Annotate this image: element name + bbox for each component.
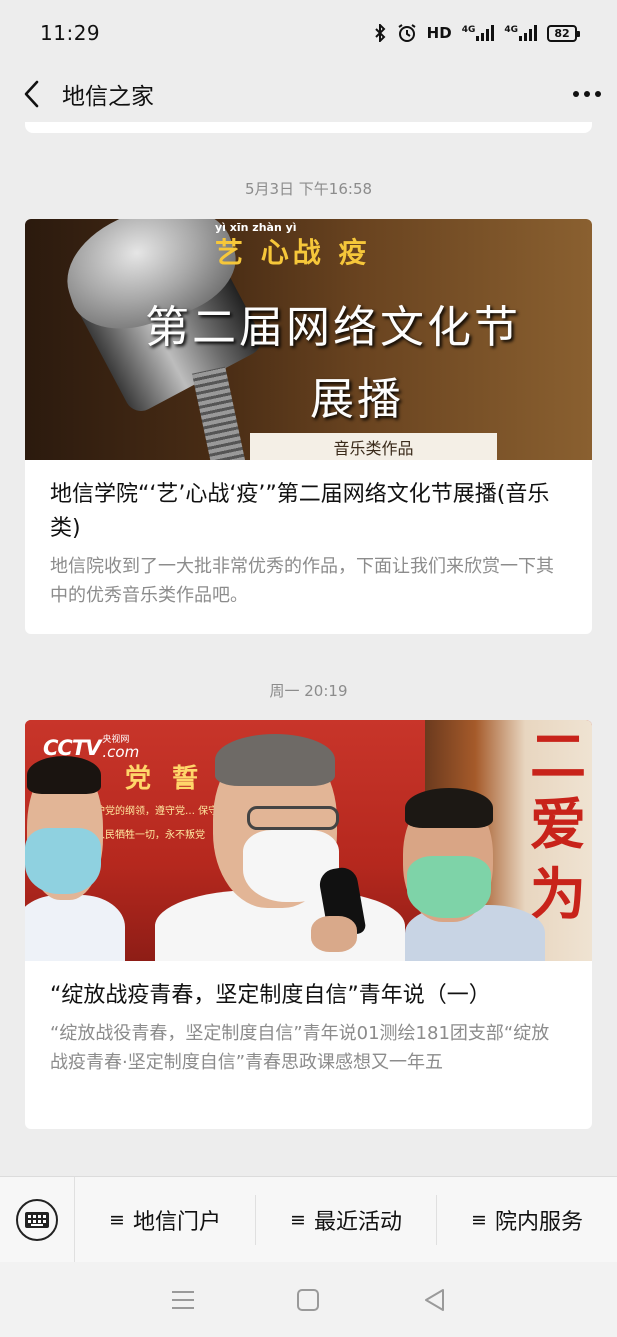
triangle-back-icon — [425, 1288, 445, 1311]
message-feed[interactable]: 5月3日 下午16:58 yì xīn zhàn yì 艺 心战 疫 第二届网络… — [0, 122, 617, 1176]
cctv-logo-com: .com — [102, 743, 140, 761]
nav-bar: 地信之家 — [0, 66, 617, 122]
status-bar: 11:29 HD 4G 4G 82 — [0, 0, 617, 66]
cover-headline-2: 展播 — [310, 374, 404, 425]
cctv-logo-text: CCTV — [43, 736, 101, 760]
bottom-menu: ≡ 地信门户 ≡ 最近活动 ≡ 院内服务 — [0, 1176, 617, 1263]
system-back-button[interactable] — [414, 1280, 454, 1320]
article-card[interactable]: yì xīn zhàn yì 艺 心战 疫 第二届网络文化节 展播 音乐类作品 … — [25, 219, 592, 634]
signal-icon: 4G — [462, 25, 495, 41]
alarm-icon — [397, 23, 417, 43]
bluetooth-icon — [373, 24, 387, 42]
menu-lines-icon — [171, 1290, 194, 1309]
article-summary: 地信院收到了一大批非常优秀的作品，下面让我们来欣赏一下其中的优秀音乐类作品吧。 — [50, 556, 554, 606]
person-hair — [405, 788, 493, 828]
article-cover-image: yì xīn zhàn yì 艺 心战 疫 第二届网络文化节 展播 音乐类作品 — [25, 219, 592, 460]
keyboard-toggle-button[interactable] — [0, 1176, 75, 1263]
person-coat — [25, 895, 125, 961]
signal2-icon: 4G — [504, 25, 537, 41]
article-title[interactable]: 地信学院“‘艺’心战‘疫’”第二届网络文化节展播(音乐类) — [50, 478, 567, 546]
person-hair — [27, 756, 101, 794]
card-body: “绽放战疫青春，坚定制度自信”青年说（一） “绽放战役青春，坚定制度自信”青年说… — [25, 961, 592, 1077]
menu-item-campus-services[interactable]: ≡ 院内服务 — [437, 1195, 617, 1245]
face-mask — [25, 828, 101, 894]
menu-item-label: 院内服务 — [494, 1209, 583, 1235]
signal2-label: 4G — [504, 25, 518, 35]
page-title: 地信之家 — [62, 84, 154, 110]
article-card[interactable]: 二 爱 为 党 誓 词 护党的纲领，遵守党… 保守党的秘密，对党… 人民牺牲一切… — [25, 720, 592, 1129]
article-summary: “绽放战役青春，坚定制度自信”青年说01测绘181团支部“绽放战疫青春·坚定制度… — [50, 1023, 550, 1073]
square-icon — [297, 1288, 320, 1311]
menu-item-portal[interactable]: ≡ 地信门户 — [75, 1194, 256, 1245]
hd-label: HD — [426, 24, 452, 42]
cover-headline: 第二届网络文化节 — [145, 302, 521, 353]
system-navigation-bar — [0, 1262, 617, 1337]
cctv-logo: CCTV 央视网 .com — [43, 736, 140, 761]
person-hair — [215, 734, 335, 786]
menu-item-label: 地信门户 — [132, 1209, 221, 1235]
recent-apps-button[interactable] — [163, 1280, 203, 1320]
menu-item-recent-activities[interactable]: ≡ 最近活动 — [256, 1194, 437, 1245]
status-time: 11:29 — [40, 21, 101, 45]
card-body: 地信学院“‘艺’心战‘疫’”第二届网络文化节展播(音乐类) 地信院收到了一大批非… — [25, 460, 592, 610]
more-dots-icon — [573, 91, 601, 97]
more-button[interactable] — [557, 66, 617, 122]
keyboard-icon — [16, 1198, 58, 1241]
previous-card[interactable] — [25, 122, 592, 133]
timestamp: 5月3日 下午16:58 — [244, 180, 373, 198]
list-icon: ≡ — [290, 1208, 306, 1231]
cover-slogan: 艺 心战 疫 — [215, 236, 371, 269]
background-character: 爱 — [530, 792, 586, 858]
status-icons: HD 4G 4G 82 — [373, 23, 580, 43]
article-cover-image: 二 爱 为 党 誓 词 护党的纲领，遵守党… 保守党的秘密，对党… 人民牺牲一切… — [25, 720, 592, 961]
chevron-left-icon — [24, 80, 39, 108]
battery-level: 82 — [554, 26, 570, 40]
home-button[interactable] — [288, 1280, 328, 1320]
hand — [311, 916, 357, 952]
signal1-label: 4G — [461, 25, 476, 35]
microphone-neck-graphic — [191, 366, 249, 460]
glasses — [247, 806, 339, 830]
face-mask — [407, 856, 491, 918]
timestamp: 周一 20:19 — [269, 682, 348, 700]
battery-icon: 82 — [547, 24, 580, 42]
list-icon: ≡ — [109, 1208, 125, 1231]
cover-label: 音乐类作品 — [250, 433, 497, 460]
article-title[interactable]: “绽放战疫青春，坚定制度自信”青年说（一） — [50, 979, 567, 1013]
menu-item-label: 最近活动 — [313, 1209, 402, 1235]
list-icon: ≡ — [471, 1208, 487, 1231]
back-button[interactable] — [0, 66, 62, 122]
